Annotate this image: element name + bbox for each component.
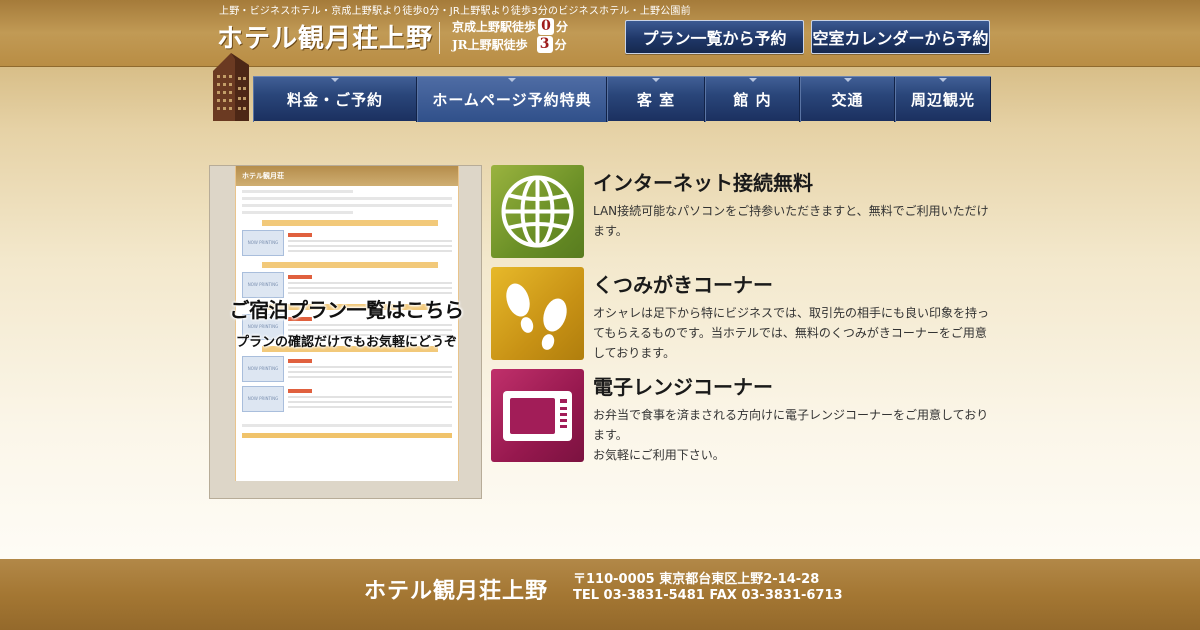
mini-plan-card: NOW PRINTING xyxy=(242,386,452,412)
footer-phone: TEL 03-3831-5481 FAX 03-3831-6713 xyxy=(573,588,843,603)
plan-caption: ご宿泊プラン一覧はこちら プランの確認だけでもお気軽にどうぞ xyxy=(210,294,483,350)
access-jr: JR上野駅徒歩 3 分 xyxy=(452,35,568,53)
mini-row xyxy=(288,240,452,242)
footprints-icon xyxy=(491,267,584,360)
mini-row xyxy=(288,250,452,252)
mini-row xyxy=(288,396,452,398)
mini-row xyxy=(288,287,452,289)
calendar-reserve-button[interactable]: 空室カレンダーから予約 xyxy=(811,20,990,54)
mini-row xyxy=(288,282,452,284)
footer-contact: 〒110-0005 東京都台東区上野2-14-28 TEL 03-3831-54… xyxy=(573,572,843,604)
access-jr-minutes: 3 xyxy=(536,35,553,53)
mini-row xyxy=(288,401,452,403)
microwave-icon xyxy=(491,369,584,462)
mini-header: ホテル観月荘 xyxy=(236,166,458,186)
header-tagline: 上野・ビジネスホテル・京成上野駅より徒歩0分・JR上野駅より徒歩3分のビジネスホ… xyxy=(219,6,691,17)
mini-row xyxy=(288,371,452,373)
feature-microwave-title: 電子レンジコーナー xyxy=(593,375,773,399)
mini-rows xyxy=(284,230,452,256)
mini-row xyxy=(288,376,452,378)
mini-tag xyxy=(288,389,312,393)
mini-row xyxy=(288,245,452,247)
mini-section-bar xyxy=(262,220,438,226)
plan-caption-subtitle: プランの確認だけでもお気軽にどうぞ xyxy=(235,335,457,350)
mini-rows xyxy=(284,386,452,412)
globe-icon xyxy=(491,165,584,258)
nav-item-rates-reservation[interactable]: 料金・ご予約 xyxy=(253,77,417,122)
feature-shoeshine-text: オシャレは足下から特にビジネスでは、取引先の相手にも良い印象を持ってもらえるもの… xyxy=(593,306,990,360)
feature-microwave-text-line2: お気軽にご利用下さい。 xyxy=(593,448,725,462)
mini-row xyxy=(288,406,452,408)
main-nav: 料金・ご予約 ホームページ予約特典 客 室 館 内 交通 周辺観光 xyxy=(253,76,991,122)
nav-item-access[interactable]: 交通 xyxy=(800,77,895,122)
mini-tag xyxy=(288,233,312,237)
feature-shoeshine: くつみがきコーナー オシャレは足下から特にビジネスでは、取引先の相手にも良い印象… xyxy=(491,267,991,362)
mini-line xyxy=(242,204,452,207)
feature-microwave-text-line1: お弁当で食事を済まされる方向けに電子レンジコーナーをご用意しております。 xyxy=(593,408,989,442)
mini-plan-card: NOW PRINTING xyxy=(242,356,452,382)
building-icon xyxy=(209,53,253,121)
mini-section-bar xyxy=(262,262,438,268)
feature-internet-text: LAN接続可能なパソコンをご持参いただきますと、無料でご利用いただけます。 xyxy=(593,204,989,238)
mini-line xyxy=(242,197,452,200)
mini-footer-bar xyxy=(242,433,452,438)
access-jr-label: JR上野駅徒歩 xyxy=(452,37,528,52)
access-info: 京成上野駅徒歩 0 分 JR上野駅徒歩 3 分 xyxy=(452,17,568,53)
access-keisei-minutes: 0 xyxy=(538,17,555,35)
access-keisei-label: 京成上野駅徒歩 xyxy=(452,19,537,34)
mini-plan-card: NOW PRINTING xyxy=(242,230,452,256)
feature-shoeshine-title: くつみがきコーナー xyxy=(593,273,773,297)
access-keisei: 京成上野駅徒歩 0 分 xyxy=(452,17,568,35)
plan-list-banner[interactable]: ホテル観月荘 NOW PRINTING NOW PRINTING NOW PRI… xyxy=(209,165,482,499)
mini-line xyxy=(242,190,353,193)
mini-thumb: NOW PRINTING xyxy=(242,356,284,382)
footer: ホテル観月荘上野 〒110-0005 東京都台東区上野2-14-28 TEL 0… xyxy=(0,559,1200,630)
feature-internet: インターネット接続無料 LAN接続可能なパソコンをご持参いただきますと、無料でご… xyxy=(491,165,991,260)
mini-tag xyxy=(288,275,312,279)
access-jr-unit: 分 xyxy=(554,37,567,52)
feature-internet-title: インターネット接続無料 xyxy=(593,171,813,195)
nav-item-facilities[interactable]: 館 内 xyxy=(705,77,800,122)
nav-item-rooms[interactable]: 客 室 xyxy=(607,77,705,122)
mini-tag xyxy=(288,359,312,363)
nav-item-web-booking-benefits[interactable]: ホームページ予約特典 xyxy=(417,77,607,122)
plan-list-reserve-button[interactable]: プラン一覧から予約 xyxy=(625,20,804,54)
mini-thumb: NOW PRINTING xyxy=(242,386,284,412)
footer-hotel-name: ホテル観月荘上野 xyxy=(364,578,549,604)
mini-line xyxy=(242,424,452,427)
mini-thumb: NOW PRINTING xyxy=(242,230,284,256)
mini-row xyxy=(288,366,452,368)
feature-microwave-text: お弁当で食事を済まされる方向けに電子レンジコーナーをご用意しております。 お気軽… xyxy=(593,405,991,465)
plan-caption-title: ご宿泊プラン一覧はこちら xyxy=(229,298,465,322)
logo-divider xyxy=(439,22,440,54)
access-keisei-unit: 分 xyxy=(556,19,569,34)
footer-address: 〒110-0005 東京都台東区上野2-14-28 xyxy=(573,572,820,587)
hotel-logo[interactable]: ホテル観月荘上野 xyxy=(217,18,433,55)
mini-rows xyxy=(284,356,452,382)
mini-line xyxy=(242,211,353,214)
feature-microwave: 電子レンジコーナー お弁当で食事を済まされる方向けに電子レンジコーナーをご用意し… xyxy=(491,369,991,464)
nav-item-sightseeing[interactable]: 周辺観光 xyxy=(895,77,991,122)
